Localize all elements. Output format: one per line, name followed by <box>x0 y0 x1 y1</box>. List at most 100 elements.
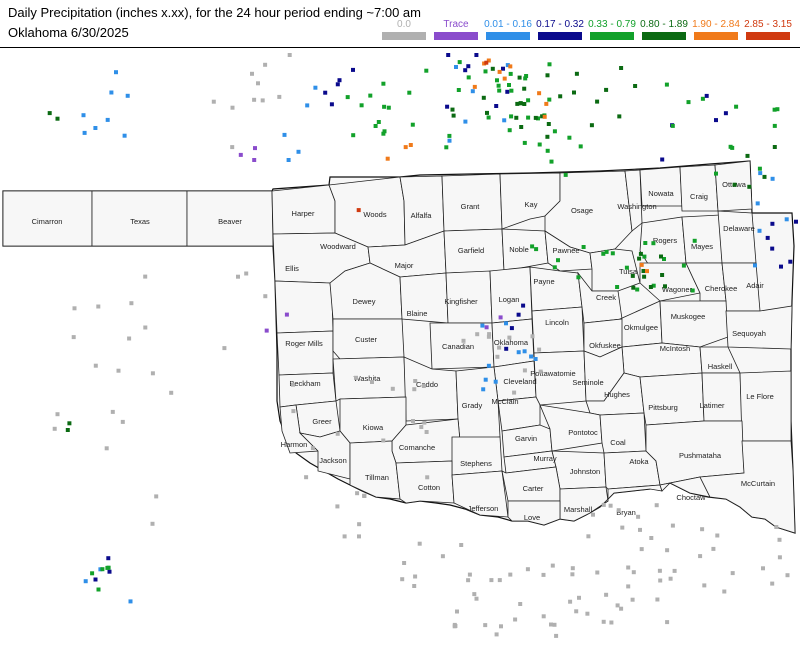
station-marker-0-0 <box>665 620 670 625</box>
station-marker-0-80-1-89 <box>637 256 642 261</box>
station-marker-1-90-2-84 <box>403 145 408 150</box>
station-marker-0-80-1-89 <box>450 107 455 112</box>
station-marker-0-0 <box>55 412 60 417</box>
station-marker-0-0 <box>761 566 765 571</box>
county-label-marshall: Marshall <box>564 505 593 514</box>
county-mayes <box>681 214 723 264</box>
station-marker-0-0 <box>715 533 720 538</box>
station-marker-0-0 <box>777 555 782 560</box>
station-marker-0-33-0-79 <box>552 265 557 270</box>
station-marker-0-0 <box>425 475 430 480</box>
precip-legend: 0.0 Trace 0.01 - 0.16 0.17 - 0.32 0.33 - 0.7… <box>378 20 794 40</box>
station-marker-0-80-1-89 <box>533 115 538 120</box>
station-marker-0-0 <box>263 294 268 299</box>
county-ellis <box>274 280 334 334</box>
station-marker-0-0 <box>657 568 662 573</box>
station-marker-0-0 <box>154 494 159 499</box>
station-marker-0-33-0-79 <box>523 76 528 81</box>
station-marker-0-0 <box>711 546 716 551</box>
map-subtitle: Oklahoma 6/30/2025 <box>8 25 129 40</box>
station-marker-0-17-0-32 <box>509 326 514 331</box>
station-marker-0-33-0-79 <box>664 82 669 87</box>
station-marker-0-0 <box>658 578 663 583</box>
station-marker-0-0 <box>541 572 546 577</box>
station-marker-0-01-0-16 <box>757 228 762 233</box>
county-cotton <box>395 460 455 504</box>
station-marker-0-01-0-16 <box>470 89 475 94</box>
station-marker-0-0 <box>619 606 624 611</box>
station-marker-0-80-1-89 <box>518 101 523 106</box>
station-marker-0-01-0-16 <box>93 126 98 130</box>
station-marker-0-0 <box>541 614 546 619</box>
station-marker-0-33-0-79 <box>624 265 629 270</box>
station-marker-1-90-2-84 <box>537 91 542 96</box>
station-marker-0-01-0-16 <box>286 158 291 162</box>
station-marker-0-80-1-89 <box>545 73 550 78</box>
county-label-cimarron: Cimarron <box>32 217 63 226</box>
station-marker-0-17-0-32 <box>788 259 793 264</box>
station-marker-trace <box>264 328 269 333</box>
station-marker-0-33-0-79 <box>105 565 110 570</box>
station-marker-0-80-1-89 <box>772 145 777 149</box>
legend-label: 0.33 - 0.79 <box>588 19 636 30</box>
station-marker-0-0 <box>357 522 362 527</box>
station-marker-0-0 <box>626 584 631 589</box>
county-coal <box>599 412 647 454</box>
station-marker-0-17-0-32 <box>770 246 775 251</box>
station-marker-0-33-0-79 <box>690 288 695 293</box>
station-marker-0-0 <box>440 554 445 559</box>
station-marker-0-01-0-16 <box>109 90 114 95</box>
station-marker-0-33-0-79 <box>610 251 615 256</box>
station-marker-0-33-0-79 <box>507 128 512 133</box>
station-marker-0-33-0-79 <box>96 587 101 592</box>
station-marker-0-0 <box>335 431 340 436</box>
legend-swatch <box>694 32 738 40</box>
legend-label: 1.90 - 2.84 <box>692 19 740 30</box>
station-marker-0-0 <box>277 94 282 99</box>
station-marker-0-33-0-79 <box>496 83 501 88</box>
legend-swatch <box>434 32 478 40</box>
station-marker-0-01-0-16 <box>82 130 87 135</box>
county-label-coal: Coal <box>610 438 626 447</box>
station-marker-0-0 <box>390 386 395 391</box>
station-marker-0-33-0-79 <box>495 78 499 83</box>
station-marker-0-33-0-79 <box>681 263 686 268</box>
station-marker-0-0 <box>129 301 134 306</box>
station-marker-0-80-1-89 <box>490 66 495 71</box>
station-marker-0-0 <box>467 572 472 577</box>
station-marker-0-0 <box>169 390 174 395</box>
station-marker-0-80-1-89 <box>732 182 737 187</box>
station-marker-0-33-0-79 <box>382 129 387 134</box>
legend-label: 0.80 - 1.89 <box>640 19 688 30</box>
station-marker-0-01-0-16 <box>128 599 133 604</box>
county-label-adair: Adair <box>746 281 764 290</box>
station-marker-0-01-0-16 <box>529 354 534 359</box>
station-marker-0-33-0-79 <box>692 238 697 243</box>
station-marker-0-01-0-16 <box>296 149 301 154</box>
station-marker-0-0 <box>211 99 216 104</box>
station-marker-0-0 <box>722 589 727 594</box>
station-marker-0-33-0-79 <box>604 249 609 254</box>
station-marker-0-33-0-79 <box>444 145 449 150</box>
station-marker-0-80-1-89 <box>745 153 750 158</box>
county-label-alfalfa: Alfalfa <box>411 211 433 220</box>
station-marker-0-0 <box>549 622 553 627</box>
station-marker-0-0 <box>150 371 155 376</box>
station-marker-0-0 <box>230 105 235 110</box>
station-marker-0-0 <box>777 537 782 542</box>
station-marker-0-80-1-89 <box>451 113 456 118</box>
county-delaware <box>717 210 757 264</box>
station-marker-0-0 <box>72 306 77 311</box>
station-marker-0-01-0-16 <box>305 103 310 108</box>
station-marker-0-0 <box>342 534 347 539</box>
station-marker-0-80-1-89 <box>55 116 60 121</box>
station-marker-1-90-2-84 <box>645 269 649 274</box>
county-label-cherokee: Cherokee <box>705 284 738 293</box>
station-marker-0-0 <box>609 620 614 625</box>
station-marker-1-90-2-84 <box>639 262 644 267</box>
county-label-pushmataha: Pushmataha <box>679 451 722 460</box>
station-marker-0-17-0-32 <box>770 221 775 226</box>
station-marker-0-01-0-16 <box>83 579 88 584</box>
legend-label: 2.85 - 3.15 <box>744 19 792 30</box>
station-marker-0-33-0-79 <box>509 88 514 93</box>
